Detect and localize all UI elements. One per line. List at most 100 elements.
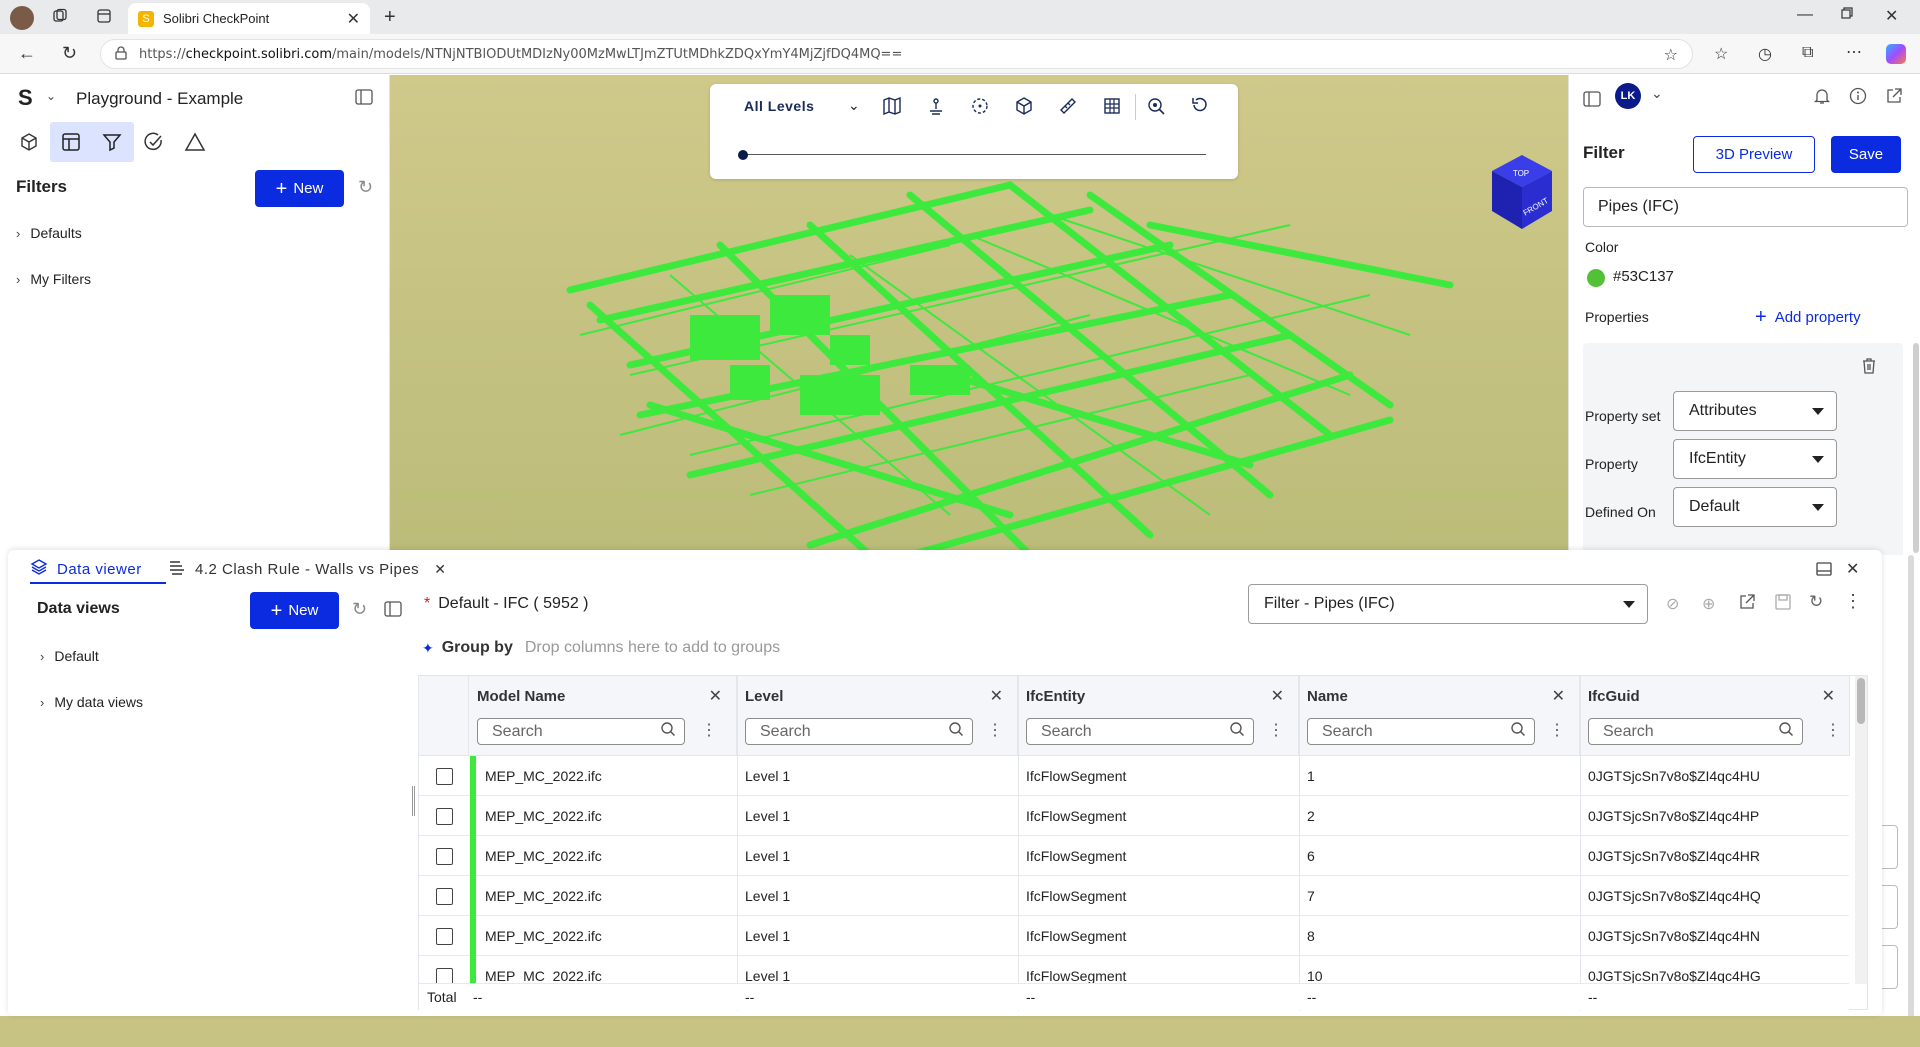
info-icon[interactable] xyxy=(1849,87,1867,108)
browser-tab-active[interactable]: S Solibri CheckPoint ✕ xyxy=(128,3,370,34)
close-window-icon[interactable]: ✕ xyxy=(1885,6,1898,26)
right-panel-scrollbar[interactable] xyxy=(1913,343,1919,553)
notifications-bell-icon[interactable] xyxy=(1813,87,1831,108)
level-slider-track[interactable] xyxy=(742,154,1206,155)
map-icon[interactable] xyxy=(882,96,902,119)
data-view-table-icon[interactable] xyxy=(60,131,82,156)
column-header-ifcentity[interactable]: IfcEntity ✕ Search ⋮ xyxy=(1018,676,1299,756)
filter-name-field[interactable]: Pipes (IFC) xyxy=(1583,187,1908,227)
tree-item-default[interactable]: › Default xyxy=(40,648,99,664)
model-3d-viewport[interactable]: All Levels ⌄ TOP FRONT xyxy=(390,75,1568,555)
splitter-handle[interactable] xyxy=(412,786,415,816)
column-menu-icon[interactable]: ⋮ xyxy=(1549,720,1565,740)
remove-column-icon[interactable]: ✕ xyxy=(709,686,722,706)
column-header-name[interactable]: Name ✕ Search ⋮ xyxy=(1299,676,1580,756)
column-header-model-name[interactable]: Model Name ✕ Search ⋮ xyxy=(469,676,737,756)
color-swatch[interactable] xyxy=(1587,269,1605,287)
column-search-input[interactable]: Search xyxy=(1026,718,1254,745)
property-select[interactable]: IfcEntity xyxy=(1673,439,1837,479)
open-external-icon[interactable] xyxy=(1885,87,1903,108)
sync-icon[interactable]: ↻ xyxy=(1809,592,1823,612)
history-icon[interactable]: ◷ xyxy=(1758,44,1772,64)
filter-funnel-icon[interactable] xyxy=(101,131,123,156)
save-button[interactable]: Save xyxy=(1831,136,1901,173)
tree-item-my-data-views[interactable]: › My data views xyxy=(40,694,143,710)
workspaces-icon[interactable] xyxy=(52,8,68,24)
remove-column-icon[interactable]: ✕ xyxy=(990,686,1003,706)
refresh-filters-icon[interactable]: ↻ xyxy=(358,177,373,198)
filter-select[interactable]: Filter - Pipes (IFC) xyxy=(1248,584,1648,624)
defined-on-select[interactable]: Default xyxy=(1673,487,1837,527)
column-search-input[interactable]: Search xyxy=(1307,718,1535,745)
refresh-data-views-icon[interactable]: ↻ xyxy=(352,599,367,620)
property-set-select[interactable]: Attributes xyxy=(1673,391,1837,431)
table-row[interactable]: MEP_MC_2022.ifc Level 1 IfcFlowSegment 6… xyxy=(419,836,1849,876)
refresh-icon[interactable]: ↻ xyxy=(62,43,77,64)
row-checkbox[interactable] xyxy=(436,888,453,905)
table-row[interactable]: MEP_MC_2022.ifc Level 1 IfcFlowSegment 2… xyxy=(419,796,1849,836)
restore-icon[interactable] xyxy=(1841,7,1853,19)
maximize-panel-icon[interactable] xyxy=(1816,562,1832,579)
group-by-bar[interactable]: ✦ Group by Drop columns here to add to g… xyxy=(422,639,780,657)
checking-icon[interactable] xyxy=(143,131,165,156)
remove-column-icon[interactable]: ✕ xyxy=(1822,686,1835,706)
table-row[interactable]: MEP_MC_2022.ifc Level 1 IfcFlowSegment 7… xyxy=(419,876,1849,916)
table-scrollbar-track[interactable] xyxy=(1855,676,1867,984)
column-search-input[interactable]: Search xyxy=(1588,718,1803,745)
row-checkbox[interactable] xyxy=(436,808,453,825)
app-logo[interactable]: S xyxy=(18,85,33,111)
row-checkbox[interactable] xyxy=(436,928,453,945)
zoom-fit-icon[interactable] xyxy=(1146,96,1166,119)
delete-trash-icon[interactable] xyxy=(1861,357,1877,378)
copilot-icon[interactable] xyxy=(1886,44,1906,64)
row-checkbox[interactable] xyxy=(436,968,453,983)
column-search-input[interactable]: Search xyxy=(745,718,973,745)
row-checkbox[interactable] xyxy=(436,848,453,865)
new-filter-button[interactable]: + New xyxy=(255,170,344,207)
tab-clash-rule[interactable]: 4.2 Clash Rule - Walls vs Pipes ✕ xyxy=(168,558,446,580)
walk-mode-icon[interactable] xyxy=(926,96,946,119)
toggle-sidebar-icon[interactable] xyxy=(1583,91,1601,110)
remove-column-icon[interactable]: ✕ xyxy=(1552,686,1565,706)
tree-item-defaults[interactable]: › Defaults xyxy=(16,225,82,241)
column-menu-icon[interactable]: ⋮ xyxy=(1268,720,1284,740)
remove-column-icon[interactable]: ✕ xyxy=(1271,686,1284,706)
tab-actions-icon[interactable] xyxy=(96,8,112,24)
add-comment-icon[interactable]: ⊕ xyxy=(1702,594,1715,614)
table-row[interactable]: MEP_MC_2022.ifc Level 1 IfcFlowSegment 1… xyxy=(419,956,1849,984)
column-header-level[interactable]: Level ✕ Search ⋮ xyxy=(737,676,1018,756)
table-row[interactable]: MEP_MC_2022.ifc Level 1 IfcFlowSegment 8… xyxy=(419,916,1849,956)
column-menu-icon[interactable]: ⋮ xyxy=(987,720,1003,740)
column-header-ifcguid[interactable]: IfcGuid ✕ Search ⋮ xyxy=(1580,676,1850,756)
column-menu-icon[interactable]: ⋮ xyxy=(701,720,717,740)
measure-icon[interactable] xyxy=(1058,96,1078,119)
screenshot-icon[interactable]: ⧉ xyxy=(1802,44,1813,62)
back-icon[interactable]: ← xyxy=(18,43,36,64)
clear-filter-icon[interactable]: ⊘ xyxy=(1666,594,1679,614)
more-options-icon[interactable]: ⋮ xyxy=(1844,591,1862,612)
cube-view-icon[interactable] xyxy=(1014,96,1034,119)
table-row[interactable]: MEP_MC_2022.ifc Level 1 IfcFlowSegment 1… xyxy=(419,756,1849,796)
column-search-input[interactable]: Search xyxy=(477,718,685,745)
grid-icon[interactable] xyxy=(1102,96,1122,119)
collapse-panel-icon[interactable] xyxy=(355,89,373,108)
section-box-icon[interactable] xyxy=(970,96,990,119)
issues-triangle-icon[interactable] xyxy=(184,131,206,156)
3d-preview-button[interactable]: 3D Preview xyxy=(1693,136,1815,173)
tree-item-my-filters[interactable]: › My Filters xyxy=(16,271,91,287)
level-select[interactable]: All Levels xyxy=(744,98,814,114)
collapse-data-views-icon[interactable] xyxy=(384,601,402,620)
user-avatar[interactable]: LK xyxy=(1615,83,1641,109)
add-property-link[interactable]: + Add property xyxy=(1755,307,1861,327)
close-tab-icon[interactable]: ✕ xyxy=(347,9,360,29)
row-checkbox[interactable] xyxy=(436,768,453,785)
more-menu-icon[interactable]: ⋯ xyxy=(1846,42,1862,62)
user-menu-chevron-icon[interactable]: ⌄ xyxy=(1651,85,1663,102)
new-data-view-button[interactable]: + New xyxy=(250,592,339,629)
navigation-cube[interactable]: TOP FRONT xyxy=(1480,151,1556,237)
new-tab-icon[interactable]: + xyxy=(384,6,396,29)
save-view-icon[interactable] xyxy=(1774,593,1792,614)
right-panel-scrollbar-lower[interactable] xyxy=(1908,555,1914,1035)
project-menu-chevron-icon[interactable]: ⌄ xyxy=(46,89,56,103)
favorites-icon[interactable]: ☆ xyxy=(1714,44,1728,64)
